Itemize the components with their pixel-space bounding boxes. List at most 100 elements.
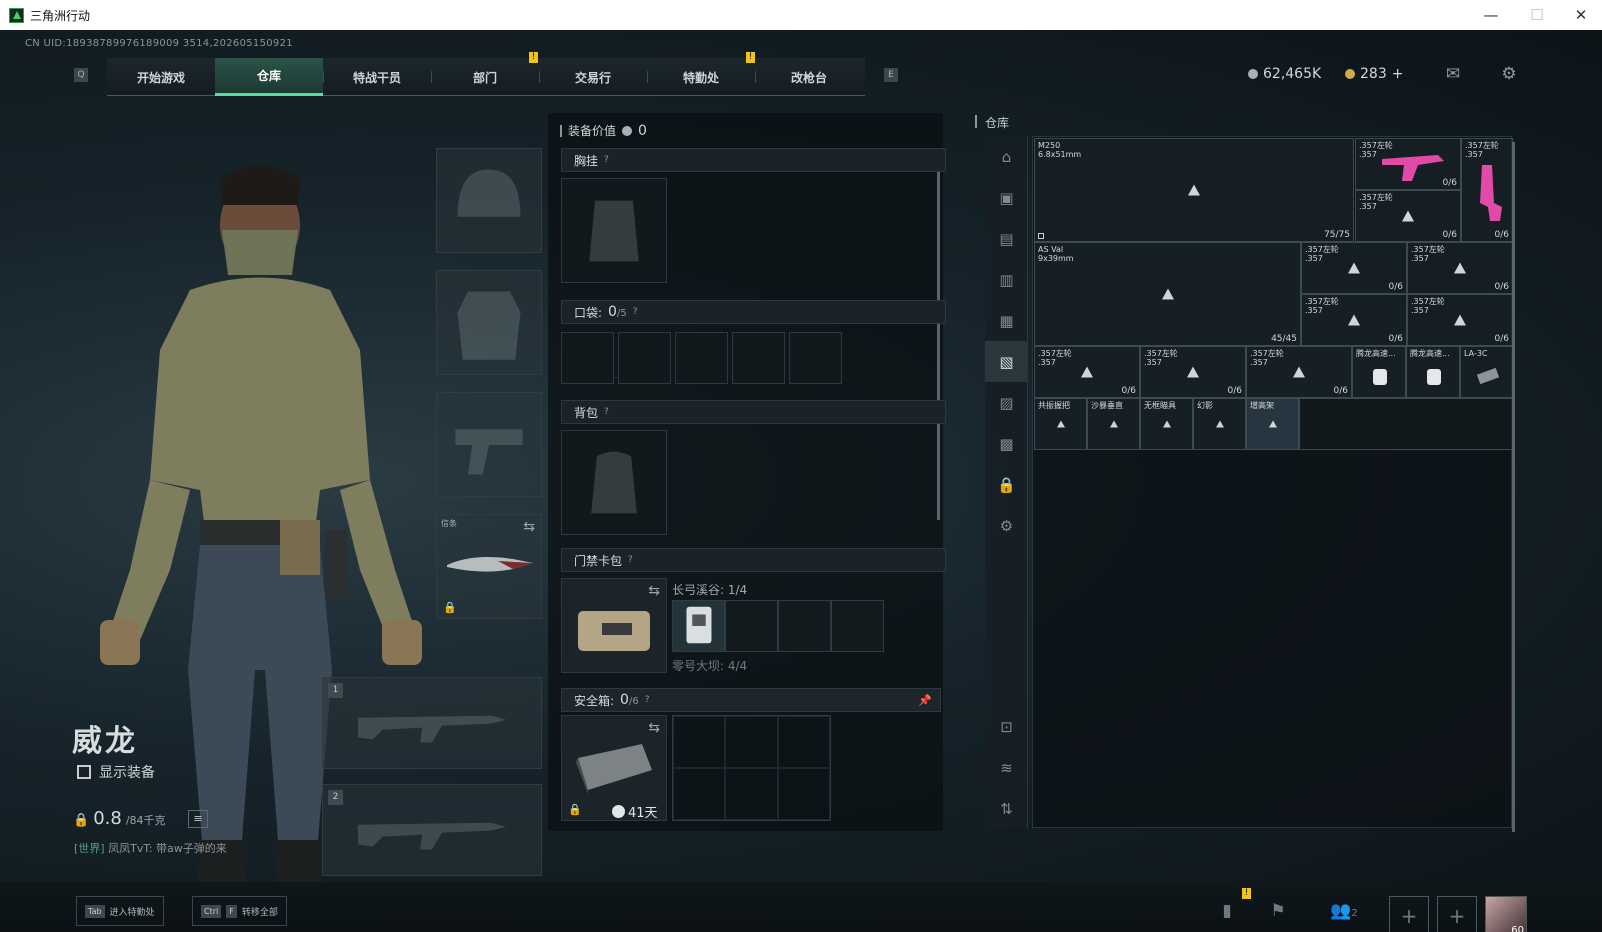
stash-item[interactable]: M250 6.8x51mm 75/75 (1034, 138, 1354, 242)
stash-category-icon[interactable]: ⌂ (985, 136, 1028, 177)
stash-item[interactable]: 腾龙高速... (1406, 346, 1460, 398)
keycard-slot[interactable] (778, 600, 831, 652)
chat-channel: [世界] (74, 842, 105, 855)
close-button[interactable]: ✕ (1558, 0, 1602, 30)
tab-warehouse[interactable]: 仓库 (215, 58, 323, 96)
scope-icon (1373, 369, 1387, 385)
keycard-case-header: 门禁卡包 ? (561, 548, 946, 572)
stash-empty-row[interactable] (1299, 398, 1513, 450)
armor-slot[interactable] (436, 270, 542, 375)
add-currency-button[interactable]: + (1392, 66, 1404, 82)
safe-box-cell[interactable] (777, 768, 830, 820)
pocket-slot[interactable] (675, 332, 728, 384)
help-icon[interactable]: ? (633, 307, 638, 317)
swap-icon[interactable]: ⇆ (648, 583, 660, 599)
stash-category-icon[interactable]: ▤ (985, 218, 1028, 259)
stash-category-icon[interactable]: ▦ (985, 300, 1028, 341)
add-teammate-button[interactable]: + (1437, 896, 1477, 932)
gear-icon[interactable]: ⚙ (985, 505, 1028, 546)
tab-start-game[interactable]: 开始游戏 (107, 58, 215, 96)
stash-category-icon[interactable]: ▣ (985, 177, 1028, 218)
stash-item[interactable]: .357左轮 .357 0/6 (1140, 346, 1246, 398)
stash-item[interactable]: 幻影 (1193, 398, 1246, 450)
player-avatar[interactable]: 60 (1485, 896, 1527, 932)
settings-gear-icon[interactable]: ⚙ (1498, 64, 1520, 84)
tab-gunsmith[interactable]: 改枪台 (755, 58, 863, 96)
stash-item[interactable]: .357左轮 .357 0/6 (1246, 346, 1352, 398)
friends-icon[interactable]: 👥2 (1324, 898, 1364, 924)
stash-item[interactable]: .357左轮 .357 0/6 (1301, 242, 1407, 294)
stash-item[interactable]: .357左轮 .357 0/6 (1407, 294, 1513, 346)
transfer-all-button[interactable]: Ctrl F 转移全部 (192, 896, 287, 926)
safe-box-cell[interactable] (673, 716, 726, 768)
stats-chart-icon[interactable]: ▮ (1214, 898, 1240, 924)
pin-icon[interactable]: 📌 (918, 694, 932, 707)
keycard-slot[interactable] (725, 600, 778, 652)
stash-item[interactable]: 沙暴垂直 (1087, 398, 1140, 450)
keycard-slot[interactable] (672, 600, 725, 652)
layers-icon[interactable]: ≋ (985, 747, 1028, 788)
stash-category-icon[interactable]: ▥ (985, 259, 1028, 300)
transfer-all-label: 转移全部 (241, 907, 278, 918)
swap-icon[interactable]: ⇆ (648, 720, 660, 736)
minimize-button[interactable]: — (1468, 0, 1514, 30)
lock-icon[interactable]: 🔒 (985, 464, 1028, 505)
help-icon[interactable]: ? (645, 695, 650, 705)
swap-icon[interactable]: ⇆ (523, 519, 535, 535)
safe-box-cell[interactable] (725, 768, 778, 820)
stash-item[interactable]: 增高架 (1246, 398, 1299, 450)
chest-rig-slot[interactable] (561, 178, 667, 283)
world-chat-line[interactable]: [世界] 凤凤TvT: 带aw子弹的来 (74, 840, 227, 856)
stash-scrollbar[interactable] (1512, 142, 1515, 832)
pocket-slot[interactable] (561, 332, 614, 384)
safe-box-cell[interactable] (673, 768, 726, 820)
equipment-scrollbar[interactable] (937, 150, 940, 520)
stash-item[interactable]: 无框瞄具 (1140, 398, 1193, 450)
stash-item[interactable]: .357左轮 .357 0/6 (1301, 294, 1407, 346)
stash-item[interactable]: 腾龙高速... (1352, 346, 1406, 398)
stash-item[interactable]: AS Val 9x39mm 45/45 (1034, 242, 1301, 346)
stash-item[interactable]: 共振握把 (1034, 398, 1087, 450)
stash-item[interactable]: .357左轮 .357 0/6 (1355, 138, 1461, 190)
tab-department[interactable]: 部门 (431, 58, 539, 96)
melee-slot[interactable]: 信条 ⇆ 🔒 (436, 514, 542, 619)
primary-weapon-slot-2[interactable]: 2 (322, 784, 542, 876)
pocket-slot[interactable] (789, 332, 842, 384)
stash-item[interactable]: .357左轮 .357 0/6 (1461, 138, 1513, 242)
show-gear-toggle[interactable]: 显示装备 (77, 762, 155, 782)
tab-trading[interactable]: 交易行 (539, 58, 647, 96)
keycard-slot[interactable] (831, 600, 884, 652)
mail-icon[interactable]: ✉ (1442, 64, 1464, 84)
silver-amount: 62,465K (1263, 66, 1322, 82)
item-icon (1109, 420, 1118, 428)
help-icon[interactable]: ? (628, 555, 633, 565)
help-icon[interactable]: ? (604, 155, 609, 165)
safe-box-cell[interactable] (725, 716, 778, 768)
pocket-slot[interactable] (618, 332, 671, 384)
enter-special-ops-button[interactable]: Tab 进入特勤处 (76, 896, 164, 926)
maximize-button[interactable]: ☐ (1514, 0, 1560, 30)
arrange-icon[interactable]: ⇅ (985, 788, 1028, 829)
stash-category-icon[interactable]: ▨ (985, 382, 1028, 423)
tab-operators[interactable]: 特战干员 (323, 58, 431, 96)
show-gear-checkbox[interactable] (77, 765, 91, 779)
tab-special-ops[interactable]: 特勤处 (647, 58, 755, 96)
primary-weapon-slot-1[interactable]: 1 (322, 677, 542, 769)
stash-category-icon[interactable]: ▩ (985, 423, 1028, 464)
stash-item[interactable]: .357左轮 .357 0/6 (1034, 346, 1140, 398)
safe-box-cell[interactable] (777, 716, 830, 768)
pistol-slot[interactable] (436, 392, 542, 497)
pocket-slot[interactable] (732, 332, 785, 384)
stash-sort-icon[interactable]: ⊡ (985, 706, 1028, 747)
stash-item[interactable]: .357左轮 .357 0/6 (1355, 190, 1461, 242)
stash-item[interactable]: LA-3C (1460, 346, 1513, 398)
stash-category-icon[interactable]: ▧ (985, 341, 1028, 382)
help-icon[interactable]: ? (604, 407, 609, 417)
helmet-slot[interactable] (436, 148, 542, 253)
backpack-slot[interactable] (561, 430, 667, 535)
stash-item[interactable]: .357左轮 .357 0/6 (1407, 242, 1513, 294)
add-teammate-button[interactable]: + (1389, 896, 1429, 932)
keycard-case-slot[interactable]: ⇆ (561, 578, 667, 673)
flag-icon[interactable]: ⚑ (1265, 898, 1291, 924)
weight-list-icon[interactable]: ≡ (188, 810, 208, 828)
